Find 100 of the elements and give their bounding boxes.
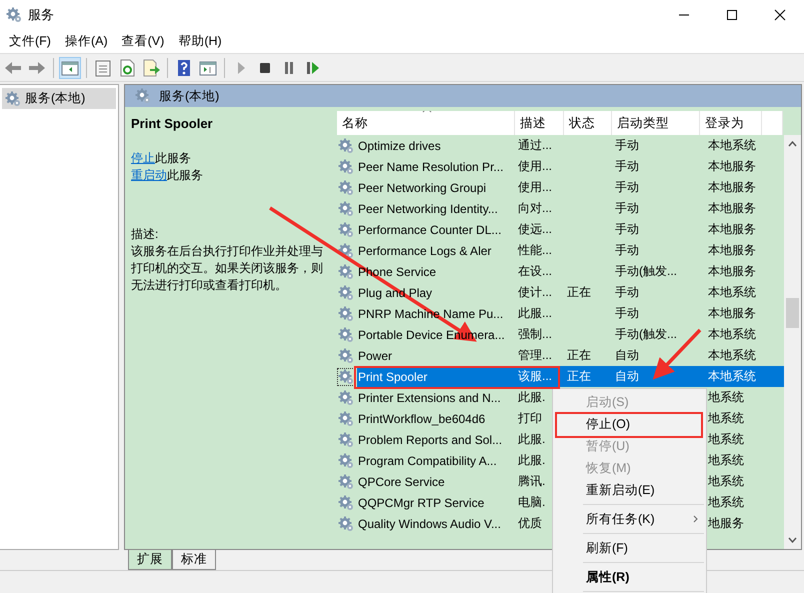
table-cell-text: 使远... bbox=[517, 221, 554, 238]
service-name[interactable]: Print Spooler bbox=[355, 366, 515, 387]
table-cell-text: 本地服务 bbox=[707, 200, 757, 217]
table-cell-text: 地系统 bbox=[707, 410, 745, 427]
gear-icon bbox=[135, 88, 151, 104]
gear-icon bbox=[338, 138, 354, 154]
table-cell-text: 此服. bbox=[517, 452, 546, 469]
table-cell-text: 地系统 bbox=[707, 473, 745, 490]
service-name[interactable]: PrintWorkflow_be604d6 bbox=[355, 408, 515, 429]
table-cell-text: 此服. bbox=[517, 431, 546, 448]
table-cell-text: 手动(触发... bbox=[614, 263, 678, 280]
column-header[interactable]: 名称 bbox=[337, 111, 515, 135]
context-menu-item[interactable]: 停止(O) bbox=[553, 413, 706, 435]
table-cell-text: 向对... bbox=[517, 200, 554, 217]
menu-item[interactable]: 操作(A) bbox=[58, 31, 115, 52]
table-cell-text: 地系统 bbox=[707, 431, 745, 448]
context-menu-item[interactable]: 所有任务(K) bbox=[553, 508, 706, 530]
service-name[interactable]: QQPCMgr RTP Service bbox=[355, 492, 515, 513]
context-menu-item[interactable]: 刷新(F) bbox=[553, 537, 706, 559]
pane-title: 服务(本地) bbox=[159, 88, 220, 104]
table-cell-text: 手动 bbox=[614, 305, 640, 322]
table-cell-text: 使用... bbox=[517, 179, 554, 196]
table-cell-text: 本地服务 bbox=[707, 179, 757, 196]
gear-icon bbox=[338, 516, 354, 532]
table-cell-text: 手动 bbox=[614, 284, 640, 301]
service-name[interactable]: Performance Counter DL... bbox=[355, 219, 515, 240]
table-cell-text: 地系统 bbox=[707, 494, 745, 511]
gear-icon bbox=[338, 284, 354, 300]
view-tab[interactable]: 扩展 bbox=[128, 550, 172, 570]
gear-icon bbox=[338, 474, 354, 490]
scroll-down-icon[interactable] bbox=[788, 537, 797, 543]
service-name[interactable]: Problem Reports and Sol... bbox=[355, 429, 515, 450]
scroll-up-icon[interactable] bbox=[788, 141, 797, 147]
column-header[interactable]: 描述 bbox=[515, 111, 564, 135]
table-cell-text: 手动 bbox=[614, 137, 640, 154]
table-cell-text: 本地系统 bbox=[707, 368, 757, 385]
menu-item[interactable]: 帮助(H) bbox=[171, 31, 229, 52]
gear-icon bbox=[338, 326, 354, 342]
view-tab[interactable]: 标准 bbox=[172, 550, 216, 570]
table-cell-text: 本地系统 bbox=[707, 326, 757, 343]
scrollbar[interactable] bbox=[784, 135, 801, 549]
table-cell-text: 本地系统 bbox=[707, 137, 757, 154]
app-icon bbox=[6, 7, 22, 23]
service-name[interactable]: Printer Extensions and N... bbox=[355, 387, 515, 408]
gear-icon bbox=[338, 306, 354, 322]
table-cell-text: 本地服务 bbox=[707, 158, 757, 175]
table-cell-text: 此服... bbox=[517, 305, 554, 322]
tree-item[interactable]: 服务(本地) bbox=[2, 88, 116, 109]
window-title: 服务 bbox=[28, 6, 55, 24]
table-cell-text: 手动 bbox=[614, 158, 640, 175]
service-name[interactable]: Performance Logs & Aler bbox=[355, 240, 515, 261]
gear-icon bbox=[338, 390, 354, 406]
table-cell-text: 通过... bbox=[517, 137, 554, 154]
table-cell-text: 手动 bbox=[614, 242, 640, 259]
gear-icon bbox=[338, 494, 354, 510]
gear-icon bbox=[338, 348, 354, 364]
service-name[interactable]: Quality Windows Audio V... bbox=[355, 513, 515, 534]
service-name[interactable]: Peer Networking Groupi bbox=[355, 177, 515, 198]
gear-icon bbox=[338, 222, 354, 238]
gear-icon bbox=[338, 432, 354, 448]
action-line: 停止此服务 bbox=[131, 150, 192, 167]
gear-icon bbox=[338, 452, 354, 468]
service-name[interactable]: Peer Name Resolution Pr... bbox=[355, 156, 515, 177]
row-highlight[interactable]: Print Spooler 该服... 正在 自动 本地系统 bbox=[355, 366, 784, 387]
menu-item[interactable]: 文件(F) bbox=[2, 31, 58, 52]
table-cell-text: 正在 bbox=[566, 284, 592, 301]
table-cell-text: 手动 bbox=[614, 179, 640, 196]
gear-icon bbox=[338, 242, 354, 258]
service-name[interactable]: QPCore Service bbox=[355, 471, 515, 492]
gear-icon bbox=[338, 200, 354, 216]
table-cell-text: 手动(触发... bbox=[614, 326, 678, 343]
gear-icon bbox=[338, 264, 354, 280]
service-name[interactable]: Power bbox=[355, 345, 515, 366]
action-link[interactable]: 重启动 bbox=[131, 168, 167, 182]
action-link[interactable]: 停止 bbox=[131, 151, 155, 165]
table-cell-text: 自动 bbox=[614, 368, 640, 385]
table-cell-text: 使计... bbox=[517, 284, 554, 301]
table-cell-text: 性能... bbox=[516, 242, 554, 259]
table-cell-text: 电脑. bbox=[517, 494, 546, 511]
service-name[interactable]: Program Compatibility A... bbox=[355, 450, 515, 471]
column-header[interactable]: 登录为 bbox=[700, 111, 762, 135]
column-header[interactable]: 启动类型 bbox=[612, 111, 700, 135]
description-label: 描述: bbox=[131, 226, 160, 243]
scroll-thumb[interactable] bbox=[786, 298, 799, 328]
gear-icon bbox=[338, 368, 354, 384]
table-cell-text: 手动 bbox=[614, 221, 640, 238]
context-menu-item[interactable]: 属性(R) bbox=[553, 566, 706, 588]
table-cell-text: 自动 bbox=[614, 347, 640, 364]
service-name[interactable]: Peer Networking Identity... bbox=[355, 198, 515, 219]
gear-icon bbox=[338, 180, 354, 196]
table-cell-text: 本地服务 bbox=[707, 242, 757, 259]
service-title: Print Spooler bbox=[131, 115, 214, 132]
menu-item[interactable]: 查看(V) bbox=[114, 31, 172, 52]
gear-icon bbox=[5, 90, 21, 106]
table-cell-text: 正在 bbox=[566, 347, 592, 364]
context-menu-item[interactable]: 重新启动(E) bbox=[553, 479, 706, 501]
table-cell-text: 在设... bbox=[517, 263, 554, 280]
tree-icon[interactable] bbox=[59, 56, 81, 78]
service-name[interactable]: Optimize drives bbox=[355, 135, 515, 156]
column-header[interactable]: 状态 bbox=[564, 111, 612, 135]
